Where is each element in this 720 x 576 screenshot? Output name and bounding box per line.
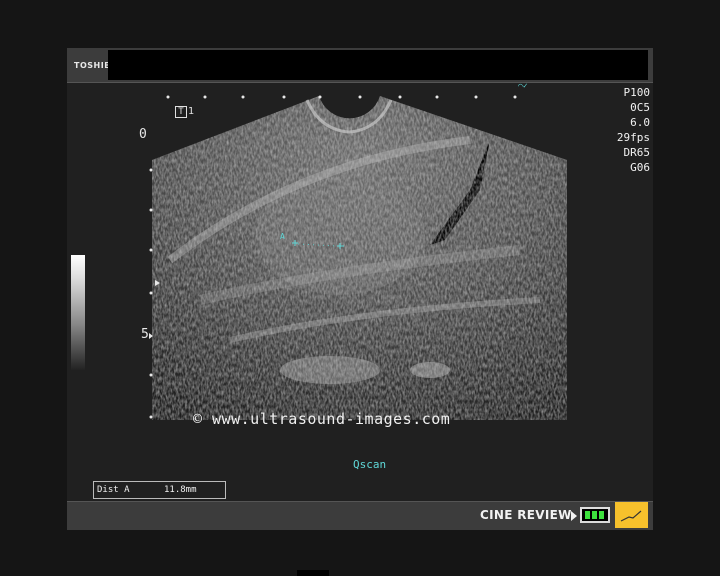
- qscan-label: Qscan: [353, 458, 387, 471]
- measurement-box: Dist A 11.8mm: [93, 481, 226, 499]
- measurement-value: 11.8mm: [164, 485, 197, 495]
- caliper-label: A: [280, 232, 285, 241]
- battery-icon: [580, 507, 610, 523]
- cine-tag-icon: [615, 502, 648, 528]
- bottom-notch: [297, 570, 329, 576]
- watermark: © www.ultrasound-images.com: [193, 410, 451, 428]
- cine-review-label: CINE REVIEW: [480, 508, 572, 522]
- play-icon: [571, 511, 577, 521]
- measurement-label: Dist A: [97, 485, 130, 495]
